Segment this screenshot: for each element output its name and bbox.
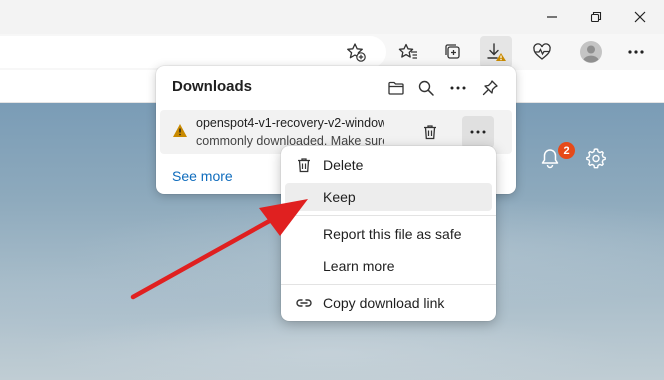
browser-toolbar xyxy=(0,34,664,70)
more-icon xyxy=(450,86,466,90)
collections-icon xyxy=(445,44,460,59)
pin-icon xyxy=(482,80,498,96)
download-more-actions-button[interactable] xyxy=(462,116,494,148)
warning-icon xyxy=(173,124,187,137)
settings-more-button[interactable] xyxy=(620,36,652,68)
menu-item-learn-more[interactable]: Learn more xyxy=(285,252,492,280)
open-downloads-folder-button[interactable] xyxy=(382,74,410,102)
menu-separator xyxy=(281,215,496,216)
menu-item-label: Keep xyxy=(323,189,356,205)
menu-item-delete[interactable]: Delete xyxy=(285,151,492,179)
restore-button[interactable] xyxy=(574,0,618,34)
see-more-link[interactable]: See more xyxy=(172,168,233,184)
search-icon xyxy=(418,80,434,96)
link-icon xyxy=(295,294,313,312)
trash-icon xyxy=(295,156,313,174)
pin-downloads-button[interactable] xyxy=(476,74,504,102)
collections-button[interactable] xyxy=(436,36,468,68)
menu-item-label: Delete xyxy=(323,157,364,173)
add-favorite-icon xyxy=(347,43,366,62)
close-icon xyxy=(634,11,646,23)
favorites-icon xyxy=(398,43,417,59)
more-actions-icon xyxy=(470,130,486,134)
open-folder-icon xyxy=(388,81,404,95)
trash-icon xyxy=(424,125,436,140)
downloads-more-button[interactable] xyxy=(444,74,472,102)
search-downloads-button[interactable] xyxy=(412,74,440,102)
downloads-title: Downloads xyxy=(172,78,253,95)
profile-button[interactable] xyxy=(575,36,607,68)
minimize-icon xyxy=(547,16,557,18)
downloads-warning-icon xyxy=(487,43,506,61)
title-bar xyxy=(0,0,664,34)
favorites-button[interactable] xyxy=(392,36,424,68)
notification-count-badge: 2 xyxy=(558,142,575,159)
menu-item-label: Learn more xyxy=(323,258,395,274)
minimize-button[interactable] xyxy=(530,0,574,34)
menu-item-keep[interactable]: Keep xyxy=(285,183,492,211)
delete-download-button[interactable] xyxy=(414,116,446,148)
download-context-menu: Delete Keep Report this file as safe Lea… xyxy=(281,146,496,321)
settings-gear-icon xyxy=(586,148,606,169)
more-options-icon xyxy=(628,50,644,54)
menu-separator xyxy=(281,284,496,285)
menu-item-label: Copy download link xyxy=(323,295,445,311)
address-bar[interactable] xyxy=(0,36,386,68)
menu-item-report-safe[interactable]: Report this file as safe xyxy=(285,220,492,248)
downloads-button[interactable] xyxy=(480,36,512,68)
browser-essentials-button[interactable] xyxy=(526,36,558,68)
menu-item-copy-link[interactable]: Copy download link xyxy=(285,289,492,317)
restore-icon xyxy=(590,11,602,23)
add-favorite-button[interactable] xyxy=(340,36,372,68)
profile-avatar-icon xyxy=(580,41,602,63)
close-button[interactable] xyxy=(618,0,662,34)
menu-item-label: Report this file as safe xyxy=(323,226,462,242)
browser-essentials-icon xyxy=(533,43,551,60)
download-filename: openspot4-v1-recovery-v2-windows-x86 xyxy=(196,116,384,130)
page-settings-button[interactable] xyxy=(584,146,608,170)
